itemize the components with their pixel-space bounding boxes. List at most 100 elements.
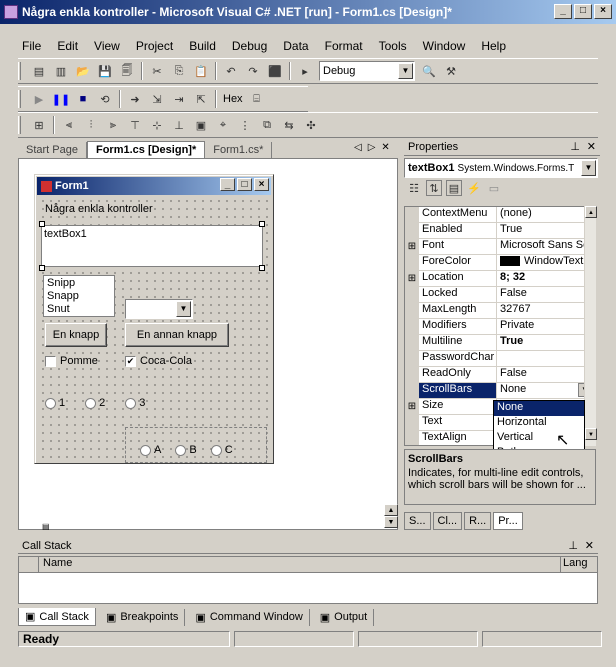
- close-button[interactable]: ×: [594, 4, 612, 19]
- scroll-up-icon[interactable]: ▲: [384, 504, 398, 516]
- menu-view[interactable]: View: [94, 39, 120, 53]
- panel-tab[interactable]: S...: [404, 512, 431, 530]
- property-value[interactable]: True: [497, 335, 593, 350]
- property-row[interactable]: ⊞ Location 8; 32: [405, 271, 593, 287]
- pin-icon[interactable]: ⊥: [568, 539, 578, 552]
- radio-button[interactable]: A: [140, 444, 161, 456]
- find-icon[interactable]: 🔍: [421, 63, 437, 79]
- bottom-tab[interactable]: ▣ Breakpoints: [100, 608, 186, 626]
- callstack-list[interactable]: Name Lang: [18, 556, 598, 604]
- redo-icon[interactable]: ↷: [245, 63, 261, 79]
- menu-edit[interactable]: Edit: [57, 39, 78, 53]
- property-value[interactable]: (none): [497, 207, 593, 222]
- checkbox-box[interactable]: ✔: [125, 355, 136, 367]
- save-all-icon[interactable]: 🗐: [119, 63, 135, 79]
- property-value[interactable]: True: [497, 223, 593, 238]
- textbox1[interactable]: textBox1: [41, 225, 263, 267]
- property-value[interactable]: False: [497, 367, 593, 382]
- tools-icon[interactable]: ⚒: [443, 63, 459, 79]
- paste-icon[interactable]: 📋: [193, 63, 209, 79]
- tab-2[interactable]: Form1.cs*: [205, 142, 273, 158]
- tab-0[interactable]: Start Page: [18, 142, 87, 158]
- property-row[interactable]: PasswordChar: [405, 351, 593, 367]
- list-item[interactable]: Snipp: [47, 277, 111, 290]
- list-item[interactable]: Snapp: [47, 290, 111, 303]
- menu-help[interactable]: Help: [481, 39, 506, 53]
- cut-icon[interactable]: ✂: [149, 63, 165, 79]
- property-row[interactable]: ContextMenu (none): [405, 207, 593, 223]
- menu-tools[interactable]: Tools: [379, 39, 407, 53]
- bottom-tab[interactable]: ▣ Call Stack: [18, 608, 96, 626]
- resize-handle[interactable]: [39, 221, 45, 227]
- minimize-button[interactable]: _: [554, 4, 572, 19]
- start-icon[interactable]: ▸: [297, 63, 313, 79]
- column-lang[interactable]: Lang: [561, 557, 597, 572]
- scroll-track[interactable]: [585, 218, 596, 428]
- menu-file[interactable]: File: [22, 39, 41, 53]
- scroll-down-icon[interactable]: ▼: [585, 428, 597, 440]
- form1-window[interactable]: Form1 _ □ × Några enkla kontroller textB…: [34, 174, 274, 464]
- menu-window[interactable]: Window: [423, 39, 466, 53]
- button1[interactable]: En knapp: [45, 323, 107, 347]
- lock-icon[interactable]: ✣: [303, 117, 319, 133]
- radio-button[interactable]: 1: [45, 397, 65, 409]
- pause-icon[interactable]: ❚❚: [52, 91, 70, 107]
- bottom-tab[interactable]: ▣ Output: [314, 608, 375, 626]
- radio-button[interactable]: C: [210, 444, 233, 456]
- radio-circle[interactable]: [175, 444, 187, 456]
- menu-debug[interactable]: Debug: [232, 39, 267, 53]
- listbox1[interactable]: Snipp Snapp Snut: [43, 275, 115, 317]
- spacing-icon[interactable]: ⋮: [237, 117, 253, 133]
- group-panel[interactable]: A B C: [125, 427, 267, 463]
- hex-toggle[interactable]: Hex: [223, 93, 243, 105]
- copy-icon[interactable]: ⎘: [171, 63, 187, 79]
- new-project-icon[interactable]: ▤: [31, 63, 47, 79]
- close-icon[interactable]: ✕: [587, 140, 596, 153]
- column-name[interactable]: Name: [39, 557, 561, 572]
- checkbox-box[interactable]: [45, 355, 56, 367]
- maximize-button[interactable]: □: [574, 4, 592, 19]
- tab-order-icon[interactable]: ⇆: [281, 117, 297, 133]
- radio-circle[interactable]: [45, 397, 56, 409]
- radio-circle[interactable]: [140, 444, 151, 456]
- add-item-icon[interactable]: ▥: [53, 63, 69, 79]
- button2[interactable]: En annan knapp: [125, 323, 229, 347]
- radio-circle[interactable]: [85, 397, 97, 409]
- order-icon[interactable]: ⧉: [259, 117, 275, 133]
- chevron-down-icon[interactable]: ▼: [398, 63, 413, 79]
- expand-icon[interactable]: ⊞: [405, 399, 419, 414]
- resize-handle[interactable]: [259, 221, 265, 227]
- property-value[interactable]: WindowText: [497, 255, 593, 270]
- alphabetical-icon[interactable]: ⇅: [426, 180, 442, 196]
- radio-button[interactable]: 2: [85, 397, 105, 409]
- config-select[interactable]: Debug ▼: [319, 61, 415, 81]
- properties-icon[interactable]: ▤: [446, 180, 462, 196]
- form-minimize-button[interactable]: _: [220, 178, 235, 191]
- scroll-up-icon[interactable]: ▲: [585, 206, 597, 218]
- tab-right-icon[interactable]: ▷: [368, 142, 376, 153]
- property-row[interactable]: ScrollBarsNone▼: [405, 383, 593, 399]
- categorized-icon[interactable]: ☷: [406, 180, 422, 196]
- property-pages-icon[interactable]: ▭: [486, 180, 502, 196]
- expand-icon[interactable]: ⊞: [405, 239, 419, 254]
- navigate-icon[interactable]: ⬛: [267, 63, 283, 79]
- tab-1[interactable]: Form1.cs [Design]*: [86, 141, 206, 158]
- menu-build[interactable]: Build: [189, 39, 216, 53]
- save-icon[interactable]: 💾: [97, 63, 113, 79]
- chevron-down-icon[interactable]: ▼: [581, 160, 596, 176]
- property-value[interactable]: None▼: [497, 383, 593, 398]
- form-close-button[interactable]: ×: [254, 178, 269, 191]
- form-maximize-button[interactable]: □: [237, 178, 252, 191]
- breakpoints-icon[interactable]: ⌸: [249, 91, 265, 107]
- tab-close-icon[interactable]: ✕: [381, 142, 389, 153]
- stop-icon[interactable]: ■: [75, 91, 91, 107]
- resize-handle[interactable]: [259, 265, 265, 271]
- radio-circle[interactable]: [210, 444, 222, 456]
- radio-circle[interactable]: [125, 397, 137, 409]
- property-row[interactable]: Enabled True: [405, 223, 593, 239]
- close-icon[interactable]: ✕: [585, 539, 594, 552]
- align-middles-icon[interactable]: ⊹: [149, 117, 165, 133]
- property-row[interactable]: Multiline True: [405, 335, 593, 351]
- property-row[interactable]: ReadOnly False: [405, 367, 593, 383]
- expand-icon[interactable]: ⊞: [405, 271, 419, 286]
